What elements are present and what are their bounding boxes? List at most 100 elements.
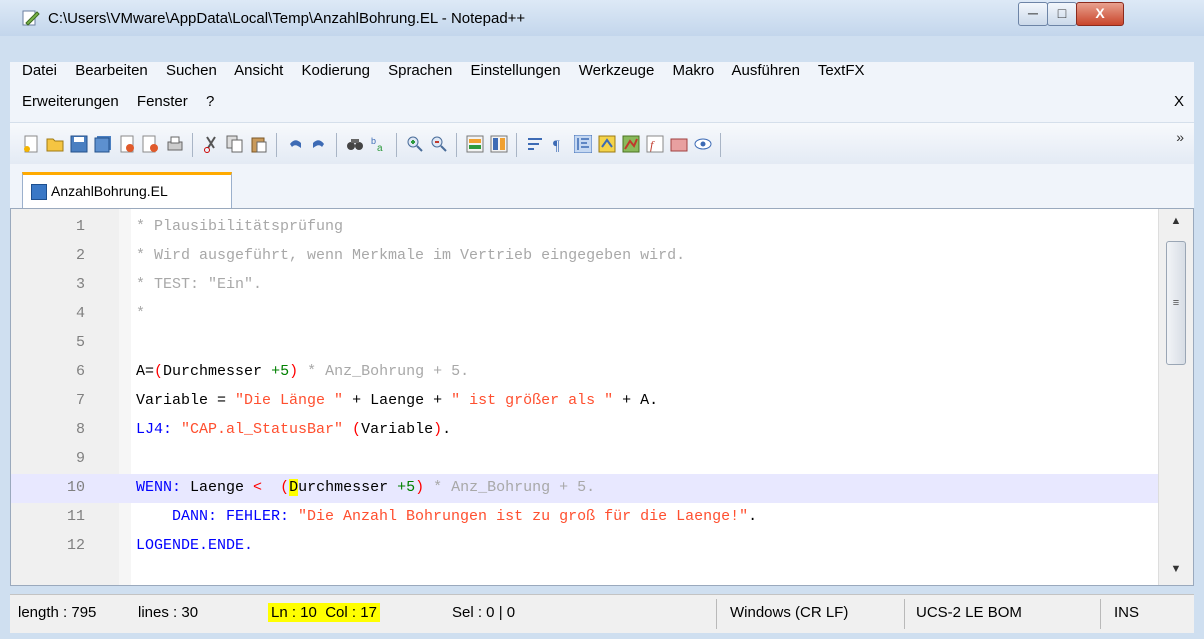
code-token: * Anz_Bohrung + 5. [298,363,470,380]
code-token: + Laenge + [343,392,452,409]
folder-as-workspace-icon[interactable] [670,135,688,153]
code-token: urchmesser [298,479,398,496]
close-window-button[interactable]: X [1076,2,1124,26]
toolbar-overflow-button[interactable]: » [1176,129,1184,145]
show-all-characters-icon[interactable]: ¶ [550,135,568,153]
redo-icon[interactable] [310,135,328,153]
line-number: 1 [75,218,85,235]
code-token: LJ4: [136,421,182,438]
code-line[interactable]: 6 A=(Durchmesser +5) * Anz_Bohrung + 5. [11,358,1159,387]
close-document-button[interactable]: X [1174,93,1184,110]
line-number: 10 [66,479,85,496]
menu-help[interactable]: ? [206,93,214,110]
menu-row-1: Datei Bearbeiten Suchen Ansicht Kodierun… [22,62,879,79]
zoom-in-icon[interactable] [406,135,424,153]
paste-icon[interactable] [250,135,268,153]
monitoring-eye-icon[interactable] [694,135,712,153]
code-token: WENN: [136,479,191,496]
function-list-icon[interactable]: f [646,135,664,153]
vertical-scrollbar[interactable]: ▲ ≡ ▼ [1158,209,1193,585]
status-position: Ln : 10 Col : 17 [268,603,380,622]
menu-erweiterungen[interactable]: Erweiterungen [22,93,119,110]
line-number: 9 [75,450,85,467]
tab-anzahlbohrung[interactable]: AnzahlBohrung.EL [22,172,232,208]
code-line[interactable]: 5 [11,329,1159,358]
toolbar-separator [192,133,193,157]
svg-text:b: b [371,136,376,146]
code-token: LOGENDE.ENDE. [136,537,254,554]
indent-guide-icon[interactable] [574,135,592,153]
code-token: * [136,305,146,322]
menu-makro[interactable]: Makro [673,62,715,79]
menu-ansicht[interactable]: Ansicht [234,62,283,79]
document-map-icon[interactable] [622,135,640,153]
line-number: 2 [75,247,85,264]
status-ln-col-highlight: Ln : 10 Col : 17 [268,603,380,622]
code-line[interactable]: 10 WENN: Laenge < (Durchmesser +5) * Anz_… [11,474,1159,503]
code-text: * [136,305,145,322]
tab-bar: AnzahlBohrung.EL [10,164,1194,208]
notepadpp-window: C:\Users\VMware\AppData\Local\Temp\Anzah… [0,0,1204,639]
menu-sprachen[interactable]: Sprachen [388,62,452,79]
user-language-icon[interactable] [598,135,616,153]
code-token: Durchmesser [163,363,272,380]
zoom-out-icon[interactable] [430,135,448,153]
menu-kodierung[interactable]: Kodierung [302,62,370,79]
scroll-up-arrow[interactable]: ▲ [1159,215,1193,227]
toolbar-separator [456,133,457,157]
copy-icon[interactable] [226,135,244,153]
toolbar: ba ¶ f » [10,122,1194,165]
code-token: * Anz_Bohrung + 5. [424,479,596,496]
scroll-down-arrow[interactable]: ▼ [1159,563,1193,575]
code-line[interactable]: 11 DANN: FEHLER: "Die Anzahl Bohrungen i… [11,503,1159,532]
new-file-icon[interactable] [22,135,40,153]
code-line[interactable]: 12 LOGENDE.ENDE. [11,532,1159,561]
menu-suchen[interactable]: Suchen [166,62,217,79]
title-bar[interactable]: C:\Users\VMware\AppData\Local\Temp\Anzah… [0,0,1204,36]
open-file-icon[interactable] [46,135,64,153]
code-line[interactable]: 4 * [11,300,1159,329]
code-token: +5 [271,363,290,380]
save-icon[interactable] [70,135,88,153]
code-token: "CAP.al_StatusBar" [181,421,344,438]
code-token: Laenge [190,479,254,496]
find-icon[interactable] [346,135,364,153]
menu-fenster[interactable]: Fenster [137,93,188,110]
minimize-button[interactable]: ─ [1018,2,1048,26]
close-all-icon[interactable] [142,135,160,153]
maximize-button[interactable]: □ [1047,2,1077,26]
sync-horizontal-icon[interactable] [490,135,508,153]
menu-einstellungen[interactable]: Einstellungen [470,62,560,79]
replace-icon[interactable]: ba [370,135,388,153]
print-icon[interactable] [166,135,184,153]
code-token: . [442,421,452,438]
code-token: . [748,508,758,525]
code-token: ) [289,363,299,380]
menu-werkzeuge[interactable]: Werkzeuge [579,62,655,79]
menu-datei[interactable]: Datei [22,62,57,79]
code-line[interactable]: 3 * TEST: "Ein". [11,271,1159,300]
menu-textfx[interactable]: TextFX [818,62,865,79]
code-line[interactable]: 1 * Plausibilitätsprüfung [11,213,1159,242]
undo-icon[interactable] [286,135,304,153]
close-file-icon[interactable] [118,135,136,153]
sync-vertical-icon[interactable] [466,135,484,153]
code-line[interactable]: 9 [11,445,1159,474]
toolbar-separator [720,133,721,157]
code-text: LJ4: "CAP.al_StatusBar" (Variable). [136,421,451,438]
menu-ausfuehren[interactable]: Ausführen [732,62,800,79]
code-token: ) [433,421,443,438]
editor-pane[interactable]: 1 * Plausibilitätsprüfung 2 * Wird ausgefüh… [10,208,1194,586]
save-all-icon[interactable] [94,135,112,153]
scroll-thumb-grip-icon: ≡ [1172,297,1180,309]
menu-row-2: Erweiterungen Fenster ? [22,93,228,110]
code-text: DANN: FEHLER: "Die Anzahl Bohrungen ist … [136,508,757,525]
code-line[interactable]: 2 * Wird ausgeführt, wenn Merkmale im Ver… [11,242,1159,271]
line-number: 8 [75,421,85,438]
menu-bearbeiten[interactable]: Bearbeiten [75,62,148,79]
code-line[interactable]: 7 Variable = "Die Länge " + Laenge + " is… [11,387,1159,416]
cut-icon[interactable] [202,135,220,153]
code-line[interactable]: 8 LJ4: "CAP.al_StatusBar" (Variable). [11,416,1159,445]
word-wrap-icon[interactable] [526,135,544,153]
